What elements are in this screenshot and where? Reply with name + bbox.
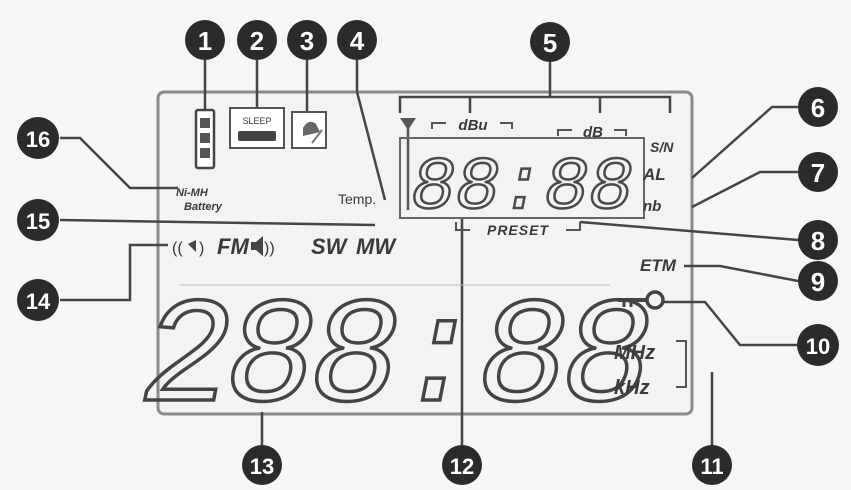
callout-3: 3 — [287, 20, 327, 60]
sleep-timer-icon: SLEEP — [229, 107, 285, 149]
sleep-label: SLEEP — [242, 116, 271, 126]
battery-level-icon — [194, 108, 216, 170]
svg-text:14: 14 — [26, 289, 51, 314]
svg-text:13: 13 — [250, 454, 274, 479]
callout-8: 8 — [798, 220, 838, 260]
nb-label: nb — [643, 198, 661, 215]
fm-label: FM — [217, 234, 249, 259]
sw-label: SW — [311, 234, 349, 259]
battery-type-label: Ni-MH — [176, 187, 209, 199]
callout-12: 12 — [442, 445, 482, 485]
khz-label: kHz — [614, 377, 650, 399]
lcd-display-diagram: SLEEP dBu dB S/N 88:88 AL nb Temp. PRESE… — [0, 0, 851, 490]
callout-9: 9 — [798, 261, 838, 301]
callout-15: 15 — [17, 199, 59, 241]
svg-text:1: 1 — [198, 26, 212, 56]
svg-text:15: 15 — [26, 209, 50, 234]
svg-text:12: 12 — [450, 454, 474, 479]
preset-label: PRESET — [487, 222, 549, 238]
leader-line-6 — [691, 105, 798, 179]
callout-11: 11 — [692, 445, 732, 485]
mw-label: MW — [356, 234, 397, 259]
callout-13: 13 — [242, 445, 282, 485]
callout-14: 14 — [17, 279, 59, 321]
etm-label: ETM — [640, 256, 677, 275]
svg-text:((: (( — [172, 240, 183, 257]
callout-1: 1 — [185, 20, 225, 60]
svg-text:2: 2 — [250, 26, 264, 56]
alarm-bell-icon — [291, 111, 327, 149]
callout-2: 2 — [237, 20, 277, 60]
sn-label: S/N — [650, 139, 674, 155]
callout-6: 6 — [798, 87, 838, 127]
leader-line-9 — [684, 264, 799, 283]
svg-text:3: 3 — [300, 26, 314, 56]
svg-text:10: 10 — [806, 334, 830, 359]
svg-text:7: 7 — [811, 158, 825, 188]
svg-text:9: 9 — [811, 267, 825, 297]
battery-label: Battery — [184, 201, 223, 213]
callout-4: 4 — [337, 20, 377, 60]
svg-text:16: 16 — [26, 127, 50, 152]
small-digits: 88:88 — [411, 147, 633, 231]
svg-text:)): )) — [264, 240, 275, 257]
diagram-canvas: SLEEP dBu dB S/N 88:88 AL nb Temp. PRESE… — [17, 20, 839, 485]
svg-text:5: 5 — [543, 28, 557, 58]
large-digits: 288:88 — [142, 276, 647, 446]
al-label: AL — [642, 165, 666, 184]
callout-5: 5 — [530, 22, 570, 62]
temp-label: Temp. — [338, 191, 376, 207]
svg-text:6: 6 — [811, 93, 825, 123]
callout-10: 10 — [797, 324, 839, 366]
mhz-label: MHz — [614, 342, 655, 364]
callout-7: 7 — [798, 152, 838, 192]
svg-text:8: 8 — [811, 226, 825, 256]
svg-text:): ) — [199, 240, 204, 257]
leader-line-7 — [691, 170, 798, 209]
svg-text:4: 4 — [350, 26, 365, 56]
callout-16: 16 — [17, 117, 59, 159]
dbu-label: dBu — [458, 117, 487, 134]
svg-text:11: 11 — [700, 454, 723, 479]
